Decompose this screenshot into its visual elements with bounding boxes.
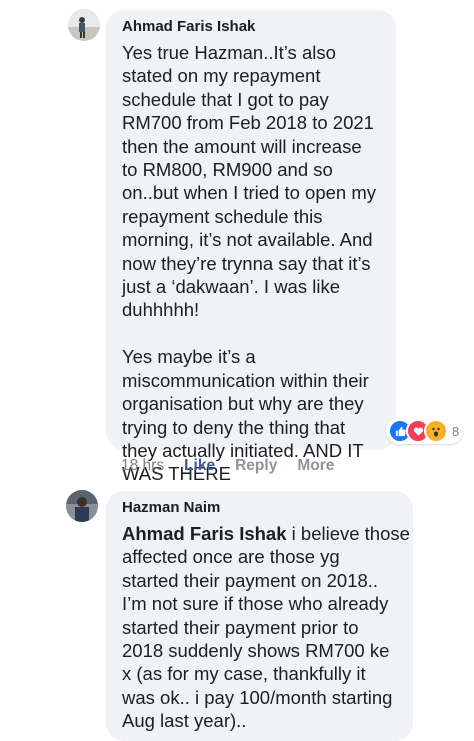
comment-text: Yes true Hazman..It’s also stated on my … bbox=[122, 42, 377, 485]
person-photo-icon bbox=[66, 490, 98, 522]
comment-timestamp[interactable]: 18 hrs bbox=[121, 457, 164, 475]
comment-text: Ahmad Faris Ishak i believe those affect… bbox=[122, 522, 413, 733]
mention-link[interactable]: Ahmad Faris Ishak bbox=[122, 523, 287, 544]
comment-author[interactable]: Hazman Naim bbox=[122, 499, 413, 516]
reaction-count: 8 bbox=[452, 423, 460, 439]
comment-bubble: Ahmad Faris Ishak Yes true Hazman..It’s … bbox=[106, 10, 396, 484]
more-button[interactable]: More bbox=[297, 457, 334, 475]
comment-author[interactable]: Ahmad Faris Ishak bbox=[122, 18, 396, 35]
comment-body: i believe those affected once are those … bbox=[122, 523, 410, 732]
like-button[interactable]: Like bbox=[184, 457, 215, 475]
comment-bubble: Hazman Naim Ahmad Faris Ishak i believe … bbox=[106, 491, 413, 741]
comment-actions: 18 hrs Like Reply More bbox=[121, 457, 354, 475]
reaction-summary[interactable]: 8 bbox=[386, 418, 464, 444]
avatar-hazman[interactable] bbox=[66, 490, 98, 522]
person-photo-icon bbox=[68, 9, 100, 41]
wow-icon bbox=[424, 419, 448, 443]
avatar-ahmad[interactable] bbox=[68, 9, 100, 41]
reply-button[interactable]: Reply bbox=[235, 457, 277, 475]
